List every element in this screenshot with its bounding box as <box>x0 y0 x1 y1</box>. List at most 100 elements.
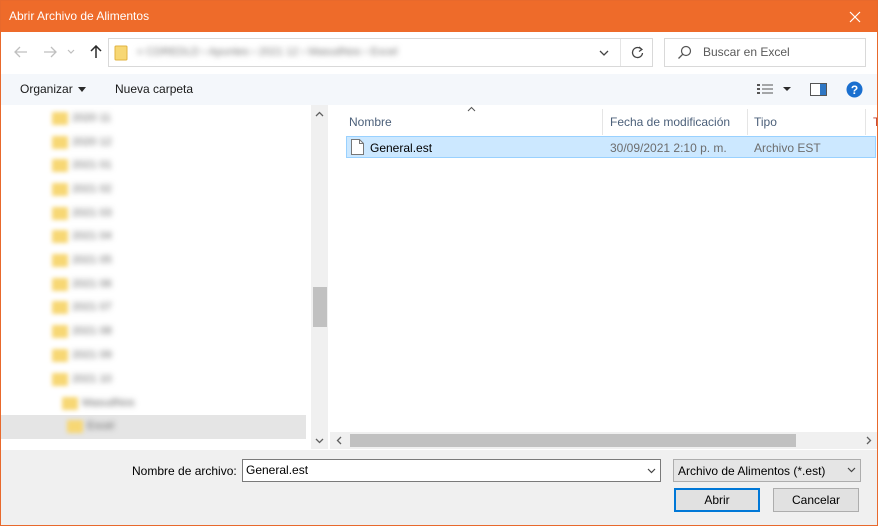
new-folder-button[interactable]: Nueva carpeta <box>115 82 193 96</box>
caret-down-icon <box>783 87 791 91</box>
command-bar: Organizar Nueva carpeta <box>1 74 877 105</box>
filename-dropdown-button[interactable] <box>644 463 658 478</box>
scroll-down-button[interactable] <box>311 432 328 449</box>
file-modified: 30/09/2021 2:10 p. m. <box>610 141 727 155</box>
navigation-scrollbar[interactable] <box>311 105 328 449</box>
nav-item[interactable]: 2020 12 <box>1 131 306 155</box>
column-header-date[interactable]: Fecha de modificación <box>604 109 748 135</box>
refresh-button[interactable] <box>620 39 653 66</box>
folder-icon <box>114 45 128 64</box>
chevron-up-icon <box>315 111 324 116</box>
nav-item[interactable]: 2020 11 <box>1 107 306 131</box>
table-row[interactable]: General.est 30/09/2021 2:10 p. m. Archiv… <box>346 136 876 158</box>
open-button-label: Abrir <box>704 493 730 507</box>
search-icon <box>677 45 692 63</box>
chevron-right-icon <box>866 436 871 445</box>
search-input[interactable] <box>703 45 861 59</box>
preview-pane-icon <box>810 82 827 96</box>
file-icon <box>351 139 364 158</box>
scrollbar-thumb[interactable] <box>313 287 327 327</box>
chevron-down-icon <box>847 464 856 479</box>
arrow-left-icon <box>14 46 27 58</box>
folder-icon <box>52 254 68 267</box>
scroll-up-button[interactable] <box>311 105 328 122</box>
nav-item[interactable]: MasudNos <box>1 392 306 416</box>
file-type-filter[interactable]: Archivo de Alimentos (*.est) <box>673 459 861 482</box>
chevron-down-icon <box>315 438 324 443</box>
window-title: Abrir Archivo de Alimentos <box>9 9 150 23</box>
nav-item[interactable]: 2021 10 <box>1 368 306 392</box>
column-name-label: Nombre <box>349 115 392 129</box>
arrow-right-icon <box>44 46 57 58</box>
nav-item[interactable]: 2021 01 <box>1 154 306 178</box>
svg-text:?: ? <box>851 83 858 97</box>
preview-pane-button[interactable] <box>810 80 827 98</box>
column-header-size[interactable]: T <box>867 109 877 135</box>
nav-item[interactable]: 2021 05 <box>1 249 306 273</box>
search-box[interactable] <box>664 38 866 67</box>
nav-item[interactable]: 2021 02 <box>1 178 306 202</box>
file-type: Archivo EST <box>754 141 821 155</box>
nav-item[interactable]: 2021 09 <box>1 344 306 368</box>
file-type-filter-value: Archivo de Alimentos (*.est) <box>678 464 826 478</box>
open-file-dialog: Abrir Archivo de Alimentos « CDREDLD › A… <box>0 0 878 526</box>
refresh-icon <box>631 46 643 59</box>
cancel-button-label: Cancelar <box>791 493 841 507</box>
recent-locations-button[interactable] <box>64 41 78 63</box>
folder-icon <box>52 349 68 362</box>
file-name: General.est <box>370 141 433 155</box>
title-bar[interactable]: Abrir Archivo de Alimentos <box>1 1 877 32</box>
cancel-button[interactable]: Cancelar <box>773 488 859 512</box>
up-button[interactable] <box>85 41 107 63</box>
organize-button[interactable]: Organizar <box>20 82 86 96</box>
address-dropdown-button[interactable] <box>589 39 619 66</box>
folder-icon <box>52 136 68 149</box>
nav-item[interactable]: 2021 03 <box>1 202 306 226</box>
help-icon: ? <box>846 81 863 97</box>
nav-item[interactable]: 2021 08 <box>1 320 306 344</box>
folder-icon <box>52 278 68 291</box>
nav-item[interactable]: 2021 06 <box>1 273 306 297</box>
scroll-left-button[interactable] <box>330 432 347 449</box>
folder-icon <box>52 325 68 338</box>
details-view-icon <box>757 84 773 94</box>
scroll-right-button[interactable] <box>860 432 877 449</box>
sort-ascending-icon <box>467 106 476 112</box>
column-header-type[interactable]: Tipo <box>748 109 866 135</box>
nav-item[interactable]: 2021 04 <box>1 225 306 249</box>
folder-icon <box>52 159 68 172</box>
folder-icon <box>67 420 83 433</box>
navigation-pane[interactable]: 2020 11 2020 12 2021 01 2021 02 2021 03 … <box>1 105 329 449</box>
chevron-left-icon <box>336 436 341 445</box>
dialog-footer: Nombre de archivo: Archivo de Alimentos … <box>1 450 877 525</box>
filename-combobox[interactable] <box>242 459 661 482</box>
folder-icon <box>52 207 68 220</box>
file-list[interactable]: Nombre Fecha de modificación Tipo T Gene… <box>330 105 877 449</box>
folder-icon <box>52 183 68 196</box>
column-header-name[interactable]: Nombre <box>343 106 603 135</box>
arrow-up-icon <box>90 45 102 58</box>
folder-icon <box>52 112 68 125</box>
filename-label: Nombre de archivo: <box>132 464 237 478</box>
scrollbar-thumb[interactable] <box>350 434 796 447</box>
close-icon <box>849 11 861 22</box>
nav-item-selected[interactable]: Excel <box>1 415 306 439</box>
forward-button[interactable] <box>39 41 61 63</box>
caret-down-icon <box>77 87 86 93</box>
filename-input[interactable] <box>246 463 636 477</box>
folder-icon <box>52 373 68 386</box>
organize-label: Organizar <box>20 82 73 96</box>
address-bar[interactable]: « CDREDLD › Apuntes › 2021 12 › MasudNos… <box>108 38 653 67</box>
back-button[interactable] <box>10 41 32 63</box>
open-button[interactable]: Abrir <box>674 488 760 512</box>
help-button[interactable]: ? <box>846 80 863 98</box>
chevron-down-icon <box>647 468 655 473</box>
folder-icon <box>52 301 68 314</box>
file-list-scrollbar[interactable] <box>330 432 877 449</box>
folder-icon <box>62 397 78 410</box>
nav-item[interactable]: 2021 07 <box>1 296 306 320</box>
breadcrumb[interactable]: « CDREDLD › Apuntes › 2021 12 › MasudNos… <box>137 46 397 58</box>
folder-icon <box>52 230 68 243</box>
close-button[interactable] <box>833 1 877 32</box>
view-options-button[interactable] <box>756 80 792 98</box>
